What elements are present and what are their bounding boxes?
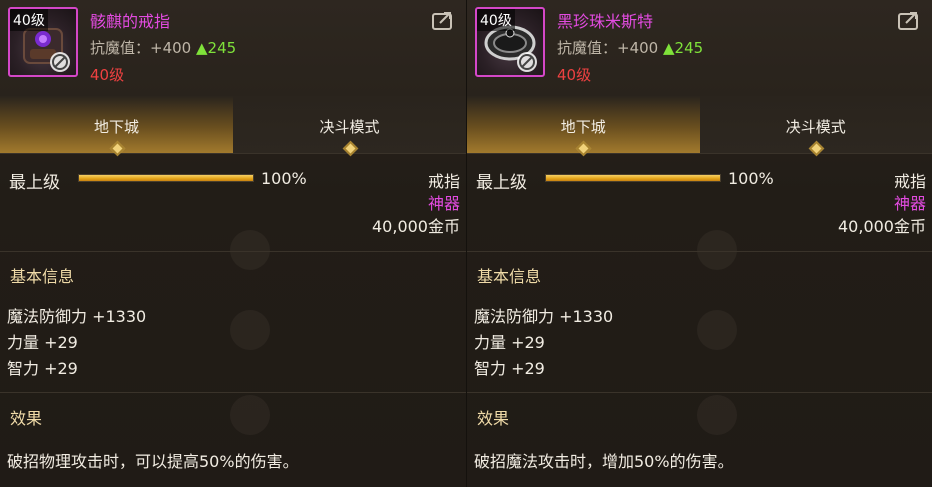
required-level: 40级	[90, 66, 125, 84]
item-panel-left: 40级 骸麒的戒指 抗魔值：+400 ▲245 40级 地下城 决斗模式 最上级…	[0, 0, 466, 487]
required-level: 40级	[557, 66, 592, 84]
effect-text: 破招魔法攻击时，增加50%的伤害。	[474, 452, 734, 471]
grade-percent: 100%	[261, 169, 307, 188]
effect-title: 效果	[10, 409, 43, 428]
divider	[467, 251, 932, 252]
stat-line: 魔法防御力 +1330	[7, 307, 147, 326]
anti-magic-value: +400	[617, 39, 659, 57]
anti-magic-increase: ▲245	[196, 39, 237, 57]
item-thumbnail[interactable]: 40级	[8, 7, 78, 77]
divider	[0, 392, 466, 393]
grade-percent: 100%	[728, 169, 774, 188]
grade-bar	[545, 174, 721, 182]
grade-label: 最上级	[476, 173, 527, 193]
share-icon[interactable]	[432, 10, 454, 30]
anti-magic-stat: 抗魔值：+400 ▲245	[90, 37, 236, 58]
stat-line: 魔法防御力 +1330	[474, 307, 614, 326]
effect-text: 破招物理攻击时，可以提高50%的伤害。	[7, 452, 299, 471]
tab-duel-mode[interactable]: 决斗模式	[233, 96, 466, 157]
tab-duel-mode[interactable]: 决斗模式	[699, 96, 932, 157]
diamond-icon	[808, 140, 825, 157]
item-header: 40级 骸麒的戒指 抗魔值：+400 ▲245 40级	[0, 0, 466, 96]
anti-magic-value: +400	[150, 39, 192, 57]
stat-line: 智力 +29	[474, 359, 545, 378]
anti-magic-increase: ▲245	[663, 39, 704, 57]
item-category: 戒指	[427, 172, 460, 191]
grade-bar-fill	[79, 175, 253, 181]
basic-info-title: 基本信息	[477, 267, 542, 286]
tab-dungeon-label: 地下城	[560, 118, 606, 136]
item-rarity: 神器	[427, 194, 460, 213]
item-price: 40,000金币	[838, 217, 926, 236]
item-price: 40,000金币	[372, 217, 460, 236]
grade-bar	[78, 174, 254, 182]
item-level-tag: 40级	[10, 9, 48, 31]
item-thumbnail[interactable]: 40级	[475, 7, 545, 77]
share-icon[interactable]	[898, 10, 920, 30]
divider	[0, 251, 466, 252]
tab-dungeon[interactable]: 地下城	[0, 96, 233, 157]
diamond-icon	[575, 140, 592, 157]
grade-bar-fill	[546, 175, 720, 181]
divider	[467, 392, 932, 393]
item-panel-right: 40级 黑珍珠米斯特 抗魔值：+400 ▲245 40级 地下城 决斗模式 最上…	[466, 0, 932, 487]
stats-list: 魔法防御力 +1330 力量 +29 智力 +29	[7, 304, 146, 382]
mode-tabs: 地下城 决斗模式	[467, 96, 932, 157]
stats-list: 魔法防御力 +1330 力量 +29 智力 +29	[474, 304, 613, 382]
stat-line: 力量 +29	[7, 333, 78, 352]
diamond-icon	[342, 140, 358, 157]
basic-info-title: 基本信息	[10, 267, 75, 286]
mode-tabs: 地下城 决斗模式	[0, 96, 466, 157]
item-rarity: 神器	[893, 194, 926, 213]
grade-label: 最上级	[9, 173, 60, 193]
anti-magic-stat: 抗魔值：+400 ▲245	[557, 37, 703, 58]
item-name: 黑珍珠米斯特	[557, 12, 654, 31]
anti-magic-label: 抗魔值：	[557, 39, 618, 57]
item-header: 40级 黑珍珠米斯特 抗魔值：+400 ▲245 40级	[467, 0, 932, 96]
tab-dungeon-label: 地下城	[93, 118, 139, 136]
diamond-icon	[109, 140, 125, 157]
stat-line: 力量 +29	[474, 333, 545, 352]
item-level-tag: 40级	[477, 9, 515, 31]
item-category: 戒指	[893, 172, 926, 191]
anti-magic-label: 抗魔值：	[90, 39, 151, 57]
stat-line: 智力 +29	[7, 359, 78, 378]
item-name: 骸麒的戒指	[90, 12, 171, 31]
tab-duel-mode-label: 决斗模式	[319, 118, 380, 136]
tab-dungeon[interactable]: 地下城	[467, 96, 700, 157]
tab-duel-mode-label: 决斗模式	[785, 118, 846, 136]
effect-title: 效果	[477, 409, 510, 428]
